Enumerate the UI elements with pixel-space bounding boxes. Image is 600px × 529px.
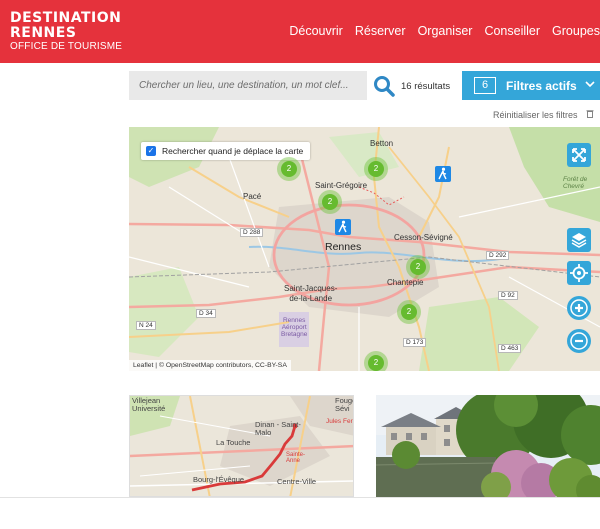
result-card-photo[interactable]	[376, 395, 600, 497]
site-logo[interactable]: DESTINATION RENNES OFFICE DE TOURISME	[10, 11, 122, 52]
page: { "brand": { "line1": "DESTINATION", "li…	[0, 0, 600, 529]
hiker-icon	[338, 220, 347, 233]
park-photo	[376, 395, 600, 497]
chevron-down-icon	[585, 80, 595, 91]
road-d292: D 292	[486, 251, 510, 260]
map-label-dinan: Dinan - Saint- Malo	[255, 420, 301, 438]
logo-line-1: DESTINATION	[10, 10, 122, 26]
nav-item-groupes[interactable]: Groupes	[552, 24, 600, 38]
place-cesson-sevigne: Cesson-Sévigné	[394, 233, 453, 242]
map-label-bourg-leveque: Bourg-l'Évêque	[193, 475, 245, 484]
map-label-centre-ville: Centre-Ville	[277, 477, 317, 486]
result-card-map-thumbnail[interactable]: Villejean Université Dinan - Saint- Malo…	[129, 395, 354, 497]
nav-item-decouvrir[interactable]: Découvrir	[289, 24, 343, 38]
footer-divider	[0, 497, 600, 498]
active-filters-button[interactable]: 6 Filtres actifs	[462, 71, 600, 100]
site-header: DESTINATION RENNES OFFICE DE TOURISME Dé…	[0, 0, 600, 63]
map-cluster[interactable]: 2	[406, 255, 430, 279]
search-input[interactable]	[129, 71, 367, 100]
map-cluster[interactable]: 2	[397, 300, 421, 324]
map-label-la-touche: La Touche	[216, 438, 251, 447]
zoom-in-icon	[570, 299, 588, 317]
logo-line-3: OFFICE DE TOURISME	[10, 41, 123, 52]
map-poi-marker[interactable]	[435, 166, 451, 182]
zoom-out-icon	[570, 332, 588, 350]
fullscreen-button[interactable]	[567, 143, 591, 167]
search-button[interactable]	[372, 74, 396, 98]
place-rennes: Rennes	[325, 241, 362, 253]
road-d92: D 92	[498, 291, 518, 300]
place-saint-jacques: Saint-Jacques- de-la-Lande	[284, 284, 338, 303]
place-airport: Rennes Aéroport Bretagne	[281, 317, 308, 339]
cluster-count: 2	[281, 161, 297, 177]
cluster-count: 2	[410, 259, 426, 275]
locate-button[interactable]	[567, 261, 591, 285]
map-cluster[interactable]: 2	[364, 157, 388, 181]
map-attribution[interactable]: Leaflet | © OpenStreetMap contributors, …	[129, 360, 291, 371]
logo-line-2: RENNES	[10, 25, 77, 41]
results-count: 16 résultats	[401, 81, 451, 92]
map-label-sainte-anne: Sainte- Anne	[286, 452, 306, 464]
place-pace: Pacé	[243, 192, 262, 201]
place-chantepie: Chantepie	[387, 278, 424, 287]
map-cluster[interactable]: 2	[318, 190, 342, 214]
place-foret: Forêt de Chevré	[563, 176, 588, 191]
trash-icon	[586, 109, 594, 120]
reset-filters-link[interactable]: Réinitialiser les filtres	[493, 109, 594, 120]
main-nav: Découvrir Réserver Organiser Conseiller …	[289, 24, 600, 38]
map-poi-marker[interactable]	[335, 219, 351, 235]
locate-icon	[570, 264, 588, 282]
map-label-villejean: Villejean Université	[132, 396, 166, 413]
nav-item-conseiller[interactable]: Conseiller	[484, 24, 540, 38]
zoom-in-button[interactable]	[567, 296, 591, 320]
road-d288: D 288	[240, 228, 264, 237]
place-saint-gregoire: Saint-Grégoire	[315, 181, 368, 190]
road-d173: D 173	[403, 338, 427, 347]
zoom-out-button[interactable]	[567, 329, 591, 353]
cluster-count: 2	[368, 355, 384, 371]
cluster-count: 2	[368, 161, 384, 177]
search-on-move-label: Rechercher quand je déplace la carte	[162, 146, 304, 156]
nav-item-reserver[interactable]: Réserver	[355, 24, 406, 38]
place-betton: Betton	[370, 139, 394, 148]
results-map[interactable]: ✓ Rechercher quand je déplace la carte B…	[129, 127, 600, 371]
checkbox-checked-icon: ✓	[146, 146, 156, 156]
nav-item-organiser[interactable]: Organiser	[418, 24, 473, 38]
map-label-jules-ferry: Jules Fer	[326, 418, 353, 425]
filters-count-badge: 6	[474, 77, 496, 94]
hiker-icon	[438, 167, 447, 180]
layers-icon	[571, 233, 587, 248]
map-label-fougeres: Fouge Sévi	[335, 396, 353, 414]
layers-button[interactable]	[567, 228, 591, 252]
cluster-count: 2	[322, 194, 338, 210]
road-d463: D 463	[498, 344, 522, 353]
filters-label: Filtres actifs	[506, 78, 577, 93]
cluster-count: 2	[401, 304, 417, 320]
road-n24: N 24	[136, 321, 156, 330]
map-cluster[interactable]: 2	[277, 157, 301, 181]
search-icon	[374, 76, 395, 97]
fullscreen-icon	[572, 148, 586, 162]
road-d34: D 34	[196, 309, 216, 318]
map-cluster[interactable]: 2	[364, 351, 388, 371]
reset-filters-label: Réinitialiser les filtres	[493, 110, 578, 120]
